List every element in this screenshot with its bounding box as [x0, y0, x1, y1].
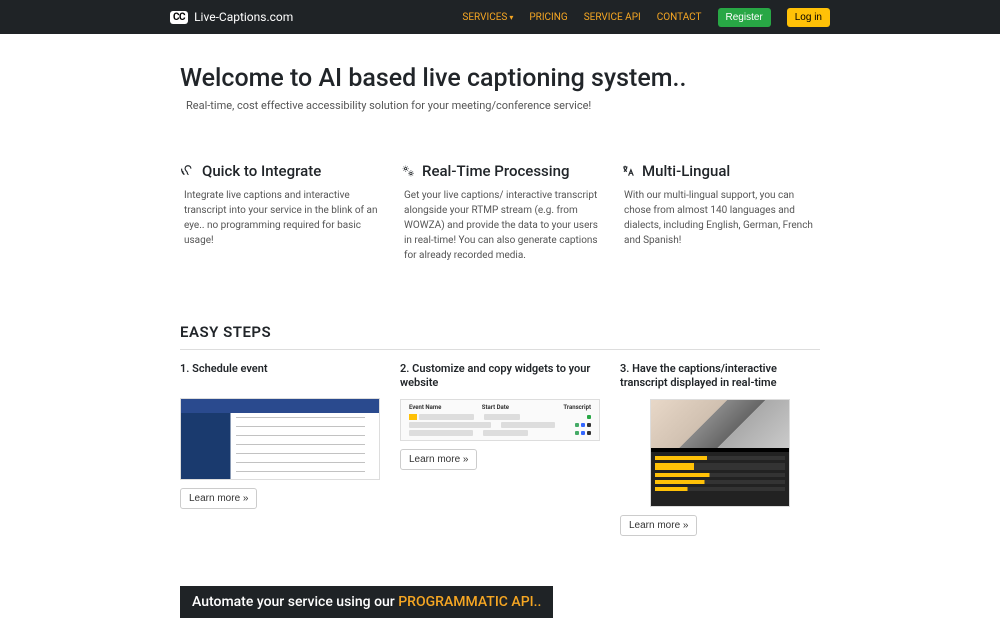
feature-realtime: Real-Time Processing Get your live capti… [400, 162, 600, 263]
divider [180, 349, 820, 350]
nav-brand-group: CC Live-Captions.com [170, 10, 293, 24]
nav-api[interactable]: SERVICE API [584, 12, 641, 23]
col-date: Start Date [482, 404, 555, 411]
hero-subtitle: Real-time, cost effective accessibility … [180, 99, 820, 112]
steps-heading: EASY STEPS [180, 323, 820, 341]
register-button[interactable]: Register [718, 8, 771, 27]
cta-link[interactable]: PROGRAMMATIC API.. [398, 594, 541, 610]
ear-icon [180, 163, 196, 179]
login-button[interactable]: Log in [787, 8, 830, 27]
step-title: 2. Customize and copy widgets to your we… [400, 362, 600, 391]
step-3: 3. Have the captions/interactive transcr… [620, 362, 820, 536]
feature-title-label: Real-Time Processing [422, 162, 569, 180]
learn-more-button[interactable]: Learn more » [180, 488, 257, 509]
step-2-image: Event Name Start Date Transcript [400, 399, 600, 441]
step-2: 2. Customize and copy widgets to your we… [400, 362, 600, 536]
nav-pricing[interactable]: PRICING [529, 12, 567, 23]
hero-title: Welcome to AI based live captioning syst… [180, 64, 820, 93]
feature-title-label: Quick to Integrate [202, 162, 321, 180]
step-title: 3. Have the captions/interactive transcr… [620, 362, 820, 391]
feature-multilingual: Multi-Lingual With our multi-lingual sup… [620, 162, 820, 263]
navbar: CC Live-Captions.com SERVICES PRICING SE… [0, 0, 1000, 34]
feature-desc: Integrate live captions and interactive … [180, 188, 380, 248]
feature-desc: With our multi-lingual support, you can … [620, 188, 820, 248]
gears-icon [400, 163, 416, 179]
cta-banner: Automate your service using our PROGRAMM… [180, 586, 553, 618]
language-icon [620, 163, 636, 179]
col-transcript: Transcript [555, 404, 591, 411]
feature-desc: Get your live captions/ interactive tran… [400, 188, 600, 263]
brand-label: Live-Captions.com [194, 10, 293, 24]
nav-contact[interactable]: CONTACT [657, 12, 702, 23]
col-event: Event Name [409, 404, 482, 411]
feature-title-label: Multi-Lingual [642, 162, 730, 180]
nav-right: SERVICES PRICING SERVICE API CONTACT Reg… [462, 8, 830, 27]
nav-services[interactable]: SERVICES [462, 12, 513, 23]
cc-icon: CC [170, 11, 188, 24]
steps-section: EASY STEPS 1. Schedule event Learn more … [180, 323, 820, 536]
learn-more-button[interactable]: Learn more » [620, 515, 697, 536]
learn-more-button[interactable]: Learn more » [400, 449, 477, 470]
cta-text: Automate your service using our [192, 594, 398, 610]
feature-integrate: Quick to Integrate Integrate live captio… [180, 162, 380, 263]
step-title: 1. Schedule event [180, 362, 380, 390]
step-1: 1. Schedule event Learn more » [180, 362, 380, 536]
step-1-image [180, 398, 380, 480]
hero: Welcome to AI based live captioning syst… [180, 34, 820, 132]
step-3-image [650, 399, 790, 507]
features-row: Quick to Integrate Integrate live captio… [180, 162, 820, 263]
